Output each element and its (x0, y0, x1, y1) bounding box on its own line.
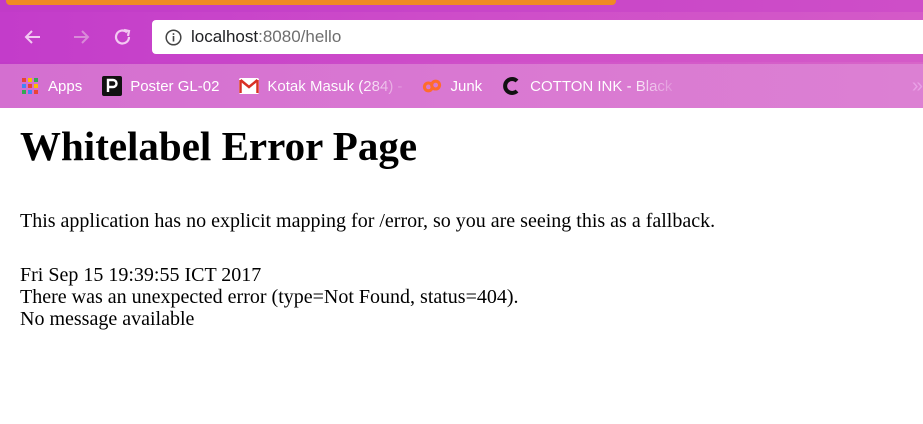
bookmark-label: COTTON INK - Black (530, 77, 673, 95)
bookmarks-bar: Apps Poster GL-02 Kotak Masuk (284) - Ju… (0, 64, 923, 108)
gmail-icon (239, 76, 260, 96)
error-message: No message available (20, 308, 195, 330)
reload-button[interactable] (110, 24, 136, 50)
info-icon[interactable] (164, 28, 182, 46)
error-status-line: There was an unexpected error (type=Not … (20, 286, 519, 308)
error-page: Whitelabel Error Page This application h… (0, 108, 923, 424)
error-description: This application has no explicit mapping… (20, 210, 716, 232)
active-tab-accent[interactable] (6, 0, 616, 5)
bookmarks-overflow-icon[interactable]: » (912, 75, 923, 98)
bookmark-apps[interactable]: Apps (20, 71, 82, 101)
error-timestamp: Fri Sep 15 19:39:55 ICT 2017 (20, 264, 262, 286)
page-title: Whitelabel Error Page (20, 123, 418, 169)
url-host: localhost (191, 27, 259, 46)
address-bar[interactable]: localhost:8080/hello (152, 20, 923, 54)
back-button[interactable] (20, 24, 46, 50)
browser-chrome: localhost:8080/hello Apps Poster GL-02 K… (0, 0, 923, 108)
bookmark-cotton-ink[interactable]: COTTON INK - Black (502, 71, 672, 101)
reload-icon (114, 28, 131, 45)
tab-strip (0, 0, 923, 12)
arrow-left-icon (24, 30, 40, 44)
arrow-right-icon (74, 30, 90, 44)
c-icon (502, 76, 522, 96)
bookmark-label: Apps (48, 77, 83, 95)
bookmark-label: Poster GL-02 (130, 77, 220, 95)
url-path: :8080/hello (258, 27, 342, 46)
cp-icon (422, 76, 442, 96)
apps-grid-icon (20, 76, 40, 96)
bookmark-label: Kotak Masuk (284) - (267, 77, 403, 95)
url-text[interactable]: localhost:8080/hello (191, 27, 341, 47)
error-details: Fri Sep 15 19:39:55 ICT 2017 There was a… (20, 264, 519, 330)
browser-toolbar: localhost:8080/hello (0, 12, 923, 62)
forward-button[interactable] (68, 24, 94, 50)
bookmark-poster[interactable]: Poster GL-02 (102, 71, 219, 101)
poster-p-icon (102, 76, 123, 96)
bookmark-junk[interactable]: Junk (422, 71, 482, 101)
bookmark-gmail[interactable]: Kotak Masuk (284) - (239, 71, 402, 101)
bookmark-label: Junk (450, 77, 483, 95)
